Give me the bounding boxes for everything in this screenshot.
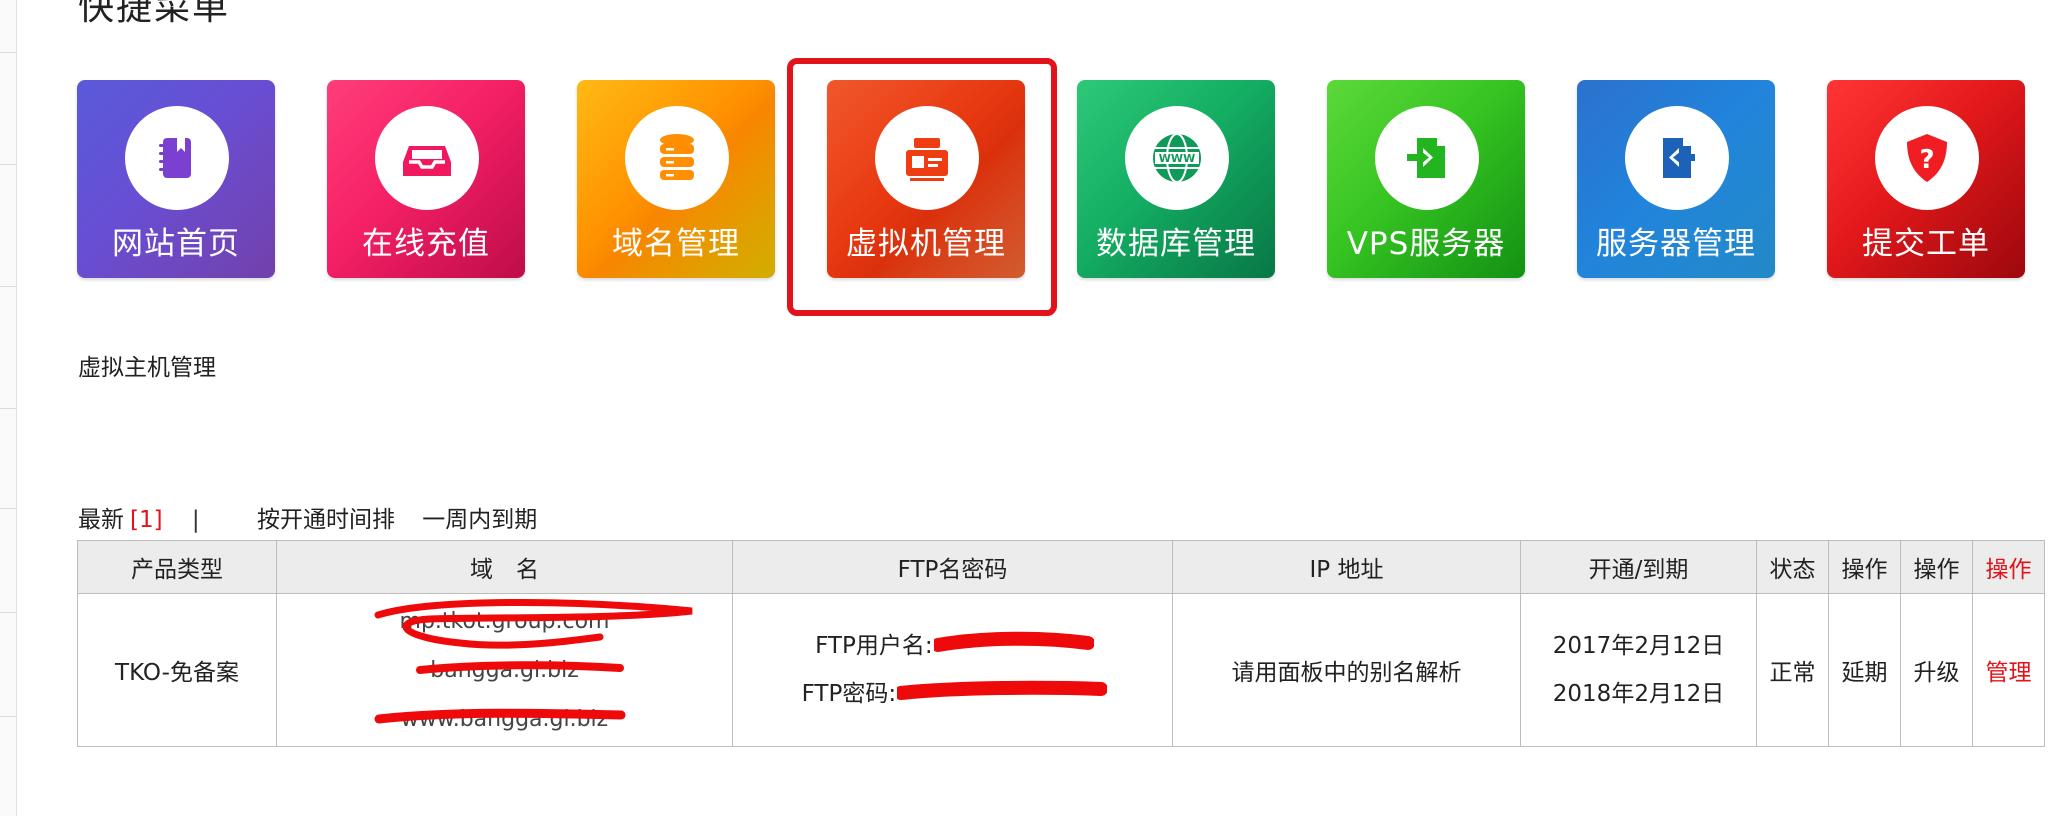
redacted-domain: mp.tkot.group.com (374, 597, 692, 649)
col-action-3: 操作 (1972, 540, 2045, 594)
expire-date: 2018年2月12日 (1552, 681, 1725, 707)
col-open-expire: 开通/到期 (1520, 540, 1757, 594)
shield-question-icon: ? (1875, 106, 1979, 210)
redacted-domain: bangga.gi.biz (416, 646, 625, 695)
tile-label: 域名管理 (612, 226, 740, 262)
tile-label: VPS服务器 (1346, 226, 1506, 262)
ftp-pass-label: FTP密码: (801, 681, 897, 707)
cell-ftp: FTP用户名: FTP密码: (732, 593, 1173, 747)
tile-label: 服务器管理 (1596, 226, 1756, 262)
tile-domain-management[interactable]: 域名管理 (577, 80, 775, 278)
col-ftp: FTP名密码 (732, 540, 1173, 594)
file-exit-icon (1625, 106, 1729, 210)
redacted-domain: www.bangga.gi.biz (374, 695, 626, 744)
latest-count: [1] (130, 507, 163, 533)
manage-link[interactable]: 管理 (1972, 593, 2045, 747)
table-header-row: 产品类型 域 名 FTP名密码 IP 地址 开通/到期 状态 操作 操作 操作 (77, 540, 2045, 594)
hosting-table: 产品类型 域 名 FTP名密码 IP 地址 开通/到期 状态 操作 操作 操作 … (77, 540, 2045, 747)
col-ip: IP 地址 (1172, 540, 1521, 594)
server-card-icon (875, 106, 979, 210)
table-row: TKO-免备案 mp.tkot.group.com bangga.gi.biz … (77, 593, 2045, 747)
filter-bar: 最新 [1] | 按开通时间排 一周内到期 (78, 500, 537, 534)
sub-heading: 虚拟主机管理 (78, 355, 216, 381)
cell-dates: 2017年2月12日 2018年2月12日 (1520, 593, 1757, 747)
col-product-type: 产品类型 (77, 540, 277, 594)
col-action-1: 操作 (1828, 540, 1901, 594)
redacted-ftp-user (933, 631, 1094, 653)
notebook-icon (125, 106, 229, 210)
extend-link[interactable]: 延期 (1828, 593, 1901, 747)
tile-website-home[interactable]: 网站首页 (77, 80, 275, 278)
col-domain: 域 名 (276, 540, 733, 594)
cell-product: TKO-免备案 (77, 593, 277, 747)
tile-server-management[interactable]: 服务器管理 (1577, 80, 1775, 278)
inbox-icon (375, 106, 479, 210)
tile-label: 在线充值 (362, 226, 490, 262)
tile-label: 提交工单 (1862, 226, 1990, 262)
filter-separator: | (191, 507, 200, 533)
tile-vps-server[interactable]: VPS服务器 (1327, 80, 1525, 278)
col-action-2: 操作 (1900, 540, 1973, 594)
col-status: 状态 (1756, 540, 1829, 594)
tile-label: 网站首页 (112, 226, 240, 262)
www-globe-icon: WWW (1125, 106, 1229, 210)
file-enter-icon (1375, 106, 1479, 210)
filter-latest[interactable]: 最新 [1] (78, 500, 163, 534)
tile-label: 虚拟机管理 (846, 226, 1006, 262)
tile-database-management[interactable]: WWW 数据库管理 (1077, 80, 1275, 278)
tile-label: 数据库管理 (1096, 226, 1256, 262)
filter-expiring-week[interactable]: 一周内到期 (422, 500, 537, 534)
ftp-user-label: FTP用户名: (815, 633, 933, 659)
cell-status: 正常 (1756, 593, 1829, 747)
cell-domains: mp.tkot.group.com bangga.gi.biz www.bang… (276, 593, 733, 747)
database-icon (625, 106, 729, 210)
page-edge (0, 0, 17, 816)
tile-submit-ticket[interactable]: ? 提交工单 (1827, 80, 2025, 278)
open-date: 2017年2月12日 (1552, 633, 1725, 659)
redacted-ftp-pass (897, 680, 1108, 701)
tile-virtual-host-management[interactable]: 虚拟机管理 (827, 80, 1025, 278)
filter-by-open-time[interactable]: 按开通时间排 (257, 500, 395, 534)
section-title: 快捷菜单 (78, 0, 231, 28)
upgrade-link[interactable]: 升级 (1900, 593, 1973, 747)
tile-online-recharge[interactable]: 在线充值 (327, 80, 525, 278)
cell-ip: 请用面板中的别名解析 (1172, 593, 1521, 747)
svg-text:WWW: WWW (1159, 152, 1195, 165)
svg-text:?: ? (1919, 145, 1934, 175)
